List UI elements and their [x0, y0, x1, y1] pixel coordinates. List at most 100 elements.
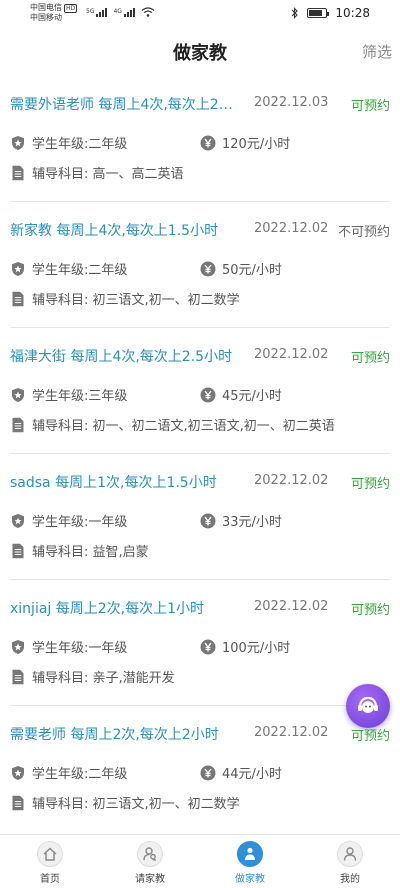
- tab-profile[interactable]: 我的: [300, 835, 400, 888]
- tab-home[interactable]: 首页: [0, 835, 100, 888]
- battery-icon: [307, 8, 330, 18]
- carrier-2-label: 中国移动: [30, 13, 62, 22]
- tab-be-tutor[interactable]: 做家教: [200, 835, 300, 888]
- grade-row: 学生年级:三年级: [10, 385, 127, 404]
- headset-icon: [358, 696, 378, 713]
- listing-status: 不可预约: [337, 225, 390, 240]
- filter-button[interactable]: 筛选: [362, 41, 392, 62]
- bottom-tab-bar: 首页 请家教 做家教 我的: [0, 834, 400, 888]
- signal-indicators: 5G 4G: [86, 7, 155, 17]
- tab-be-tutor-label: 做家教: [235, 874, 265, 885]
- shield-icon: [12, 387, 24, 402]
- signal-1-tag: 5G: [86, 8, 95, 15]
- listing-date: 2022.12.02: [254, 725, 329, 740]
- app-header: 做家教 筛选: [0, 28, 400, 74]
- shield-icon: [12, 513, 24, 528]
- subject-text: 辅导科目: 初一、初二语文,初三语文,初一、初二英语: [32, 419, 335, 434]
- listing-card[interactable]: sadsa 每周上1次,每次上1.5小时 2022.12.02 可预约 学生年级…: [10, 454, 390, 580]
- listing-date: 2022.12.02: [254, 347, 329, 362]
- listing-card[interactable]: 福津大街 每周上4次,每次上2.5小时 2022.12.02 可预约 学生年级:…: [10, 328, 390, 454]
- home-icon: [37, 841, 63, 867]
- tab-profile-label: 我的: [340, 874, 360, 885]
- listing-status: 可预约: [350, 351, 390, 366]
- price-text: 44元/小时: [222, 767, 282, 782]
- subject-row: 辅导科目: 初三语文,初一、初二数学: [10, 793, 240, 812]
- signal-1-icon: 5G: [86, 8, 108, 17]
- shield-icon: [12, 765, 24, 780]
- tab-hire-tutor-label: 请家教: [135, 874, 165, 885]
- listing-title[interactable]: sadsa 每周上1次,每次上1.5小时: [10, 472, 240, 492]
- subject-text: 辅导科目: 高一、高二英语: [32, 167, 184, 182]
- subject-row: 辅导科目: 初三语文,初一、初二数学: [10, 289, 240, 308]
- listing-title[interactable]: 新家教 每周上4次,每次上1.5小时: [10, 220, 240, 240]
- grade-text: 学生年级:二年级: [32, 263, 128, 278]
- page-title: 做家教: [173, 43, 227, 64]
- subject-row: 辅导科目: 亲子,潜能开发: [10, 667, 175, 686]
- listing-title[interactable]: 需要外语老师 每周上4次,每次上2小时: [10, 94, 240, 114]
- subject-text: 辅导科目: 益智,启蒙: [32, 545, 149, 560]
- listing-card[interactable]: 需要老师 每周上2次,每次上2小时 2022.12.02 可预约 学生年级:二年…: [10, 706, 390, 832]
- tutor-listings: 需要外语老师 每周上4次,每次上2小时 2022.12.03 可预约 学生年级:…: [10, 76, 390, 832]
- grade-row: 学生年级:二年级: [10, 763, 127, 782]
- document-icon: [12, 543, 24, 558]
- price-row: 100元/小时: [200, 637, 290, 656]
- price-row: 44元/小时: [200, 763, 282, 782]
- listing-date: 2022.12.02: [254, 599, 329, 614]
- subject-text: 辅导科目: 初三语文,初一、初二数学: [32, 797, 240, 812]
- price-row: 45元/小时: [200, 385, 282, 404]
- wifi-icon: [141, 7, 155, 17]
- subject-row: 辅导科目: 益智,启蒙: [10, 541, 149, 560]
- grade-text: 学生年级:一年级: [32, 515, 128, 530]
- signal-2-tag: 4G: [113, 8, 122, 15]
- listing-status: 可预约: [350, 603, 390, 618]
- listing-status: 可预约: [350, 477, 390, 492]
- price-row: 120元/小时: [200, 133, 290, 152]
- tab-hire-tutor[interactable]: 请家教: [100, 835, 200, 888]
- listing-status: 可预约: [350, 99, 390, 114]
- grade-text: 学生年级:三年级: [32, 389, 128, 404]
- grade-row: 学生年级:二年级: [10, 133, 127, 152]
- profile-icon: [337, 841, 363, 867]
- tutor-icon: [237, 841, 263, 867]
- grade-row: 学生年级:一年级: [10, 511, 127, 530]
- signal-2-icon: 4G: [113, 8, 135, 17]
- listing-title[interactable]: 需要老师 每周上2次,每次上2小时: [10, 724, 240, 744]
- carrier-info: 中国电信 HD 中国移动: [30, 3, 78, 23]
- listing-date: 2022.12.02: [254, 473, 329, 488]
- document-icon: [12, 669, 24, 684]
- grade-text: 学生年级:二年级: [32, 767, 128, 782]
- price-row: 50元/小时: [200, 259, 282, 278]
- subject-row: 辅导科目: 初一、初二语文,初三语文,初一、初二英语: [10, 415, 335, 434]
- grade-text: 学生年级:二年级: [32, 137, 128, 152]
- battery-fill: [309, 10, 323, 16]
- document-icon: [12, 165, 24, 180]
- subject-text: 辅导科目: 亲子,潜能开发: [32, 671, 175, 686]
- price-text: 50元/小时: [222, 263, 282, 278]
- customer-service-button[interactable]: [346, 684, 390, 728]
- listing-card[interactable]: 新家教 每周上4次,每次上1.5小时 2022.12.02 不可预约 学生年级:…: [10, 202, 390, 328]
- bluetooth-icon: [292, 7, 299, 19]
- listing-card[interactable]: xinjiaj 每周上2次,每次上1小时 2022.12.02 可预约 学生年级…: [10, 580, 390, 706]
- price-text: 45元/小时: [222, 389, 282, 404]
- yen-icon: [200, 765, 216, 780]
- yen-icon: [200, 261, 216, 276]
- yen-icon: [200, 387, 216, 402]
- yen-icon: [200, 513, 216, 528]
- listing-title[interactable]: 福津大街 每周上4次,每次上2.5小时: [10, 346, 240, 366]
- search-teacher-icon: [137, 841, 163, 867]
- listing-title[interactable]: xinjiaj 每周上2次,每次上1小时: [10, 598, 240, 618]
- listing-date: 2022.12.03: [254, 95, 329, 110]
- price-text: 120元/小时: [222, 137, 291, 152]
- document-icon: [12, 795, 24, 810]
- status-bar: 中国电信 HD 中国移动 5G 4G 10:28: [0, 0, 400, 28]
- price-row: 33元/小时: [200, 511, 282, 530]
- subject-text: 辅导科目: 初三语文,初一、初二数学: [32, 293, 240, 308]
- grade-row: 学生年级:一年级: [10, 637, 127, 656]
- grade-row: 学生年级:二年级: [10, 259, 127, 278]
- shield-icon: [12, 639, 24, 654]
- yen-icon: [200, 639, 216, 654]
- listing-card[interactable]: 需要外语老师 每周上4次,每次上2小时 2022.12.03 可预约 学生年级:…: [10, 76, 390, 202]
- document-icon: [12, 291, 24, 306]
- listing-date: 2022.12.02: [254, 221, 329, 236]
- grade-text: 学生年级:一年级: [32, 641, 128, 656]
